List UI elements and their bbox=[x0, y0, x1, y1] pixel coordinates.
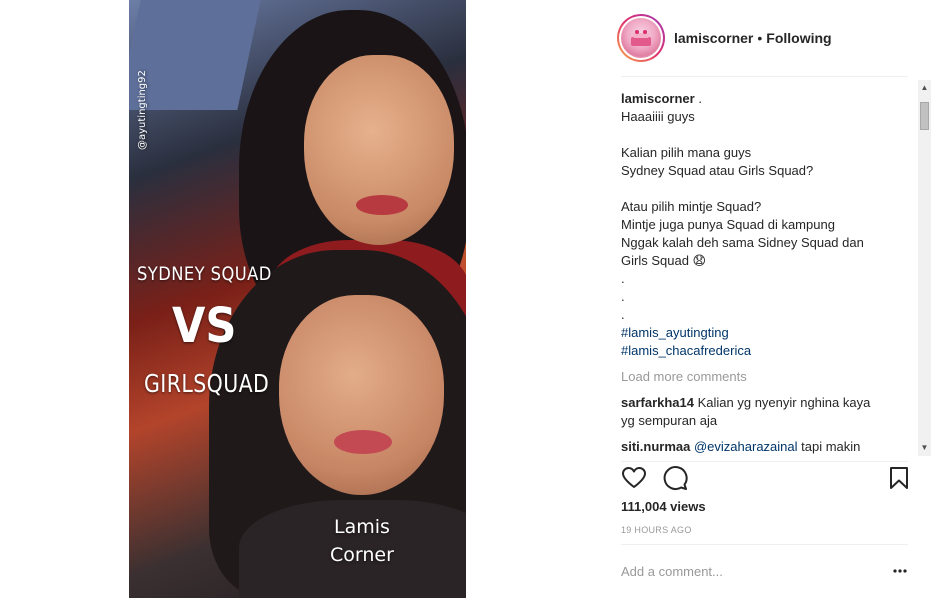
overlay-vs: VS bbox=[172, 298, 237, 354]
watermark: Lamis Corner bbox=[330, 513, 394, 569]
comment-line: sarfarkha14 Kalian yg nyenyir nghina kay… bbox=[621, 394, 913, 412]
comment-text: tapi makin bbox=[797, 439, 861, 454]
overlay-handle: @ayutingting92 bbox=[137, 70, 148, 150]
caption-line: Mintje juga punya Squad di kampung bbox=[621, 217, 835, 232]
comment-mention[interactable]: @evizaharazainal bbox=[694, 439, 798, 454]
comment-username[interactable]: sarfarkha14 bbox=[621, 395, 694, 410]
caption-username[interactable]: lamiscorner bbox=[621, 91, 695, 106]
caption-line bbox=[621, 126, 913, 144]
hashtag-link[interactable]: #lamis_chacafrederica bbox=[621, 342, 913, 360]
post-timestamp[interactable]: 19 HOURS AGO bbox=[621, 525, 692, 535]
scrollbar-thumb[interactable] bbox=[920, 102, 929, 130]
more-options-icon[interactable] bbox=[892, 563, 910, 581]
scroll-down-arrow-icon[interactable]: ▼ bbox=[918, 442, 931, 454]
caption-line: Nggak kalah deh sama Sidney Squad dan bbox=[621, 235, 864, 250]
caption-line bbox=[621, 180, 913, 198]
comment-text: Kalian yg nyenyir nghina kaya bbox=[694, 395, 871, 410]
comments-list[interactable]: lamiscorner . Haaaiiii guys Kalian pilih… bbox=[621, 90, 913, 454]
comment: siti.nurmaa @evizaharazainal tapi makin bbox=[621, 438, 913, 454]
comments-scrollbar[interactable]: ▲ ▼ bbox=[918, 80, 931, 456]
bookmark-icon[interactable] bbox=[886, 465, 912, 491]
post-header: lamiscorner • Following bbox=[617, 14, 832, 62]
person-1-lips bbox=[356, 195, 408, 215]
action-bar bbox=[621, 465, 909, 493]
caption-line: Girls Squad 😧 bbox=[621, 253, 707, 268]
comment-icon[interactable] bbox=[662, 465, 688, 491]
avatar-frame bbox=[619, 16, 663, 60]
caption-line: Atau pilih mintje Squad? bbox=[621, 199, 762, 214]
person-2-face bbox=[279, 295, 444, 495]
avatar[interactable] bbox=[617, 14, 665, 62]
hashtag-link[interactable]: #lamis_ayutingting bbox=[621, 324, 913, 342]
caption-line: Haaaiiii guys bbox=[621, 109, 695, 124]
comment: sarfarkha14 Kalian yg nyenyir nghina kay… bbox=[621, 394, 913, 430]
comment-text: yg sempuran aja bbox=[621, 413, 718, 428]
overlay-sydney-squad: SYDNEY SQUAD bbox=[137, 263, 272, 285]
caption-line: Kalian pilih mana guys bbox=[621, 145, 752, 160]
caption-line: . bbox=[621, 289, 625, 304]
comment-line: siti.nurmaa @evizaharazainal tapi makin bbox=[621, 438, 913, 454]
header-text: lamiscorner • Following bbox=[674, 30, 832, 46]
person-1-face bbox=[304, 55, 454, 245]
divider bbox=[621, 461, 908, 462]
add-comment-input[interactable]: Add a comment... bbox=[621, 564, 881, 579]
header-username[interactable]: lamiscorner bbox=[674, 30, 753, 46]
views-count[interactable]: 111,004 views bbox=[621, 499, 706, 514]
caption-header: lamiscorner . bbox=[621, 90, 913, 108]
comment-username[interactable]: siti.nurmaa bbox=[621, 439, 690, 454]
lamis-corner-logo-icon bbox=[621, 18, 661, 58]
watermark-line-1: Lamis bbox=[334, 516, 390, 538]
caption-line: . bbox=[621, 271, 625, 286]
person-2-lips bbox=[334, 430, 392, 454]
caption-username-suffix: . bbox=[694, 91, 702, 106]
divider bbox=[621, 76, 908, 77]
scroll-up-arrow-icon[interactable]: ▲ bbox=[918, 82, 931, 94]
caption-line: Sydney Squad atau Girls Squad? bbox=[621, 163, 814, 178]
header-separator: • bbox=[757, 30, 763, 46]
ellipsis-icon bbox=[893, 569, 907, 573]
background-shape bbox=[129, 0, 261, 110]
overlay-girlsquad: GIRLSQUAD bbox=[144, 369, 270, 398]
watermark-line-2: Corner bbox=[330, 544, 394, 566]
following-button[interactable]: Following bbox=[766, 30, 831, 46]
cake-icon bbox=[631, 30, 651, 46]
load-more-comments-button[interactable]: Load more comments bbox=[621, 368, 913, 386]
divider bbox=[621, 544, 908, 545]
heart-icon[interactable] bbox=[621, 465, 647, 491]
caption-line: . bbox=[621, 307, 625, 322]
